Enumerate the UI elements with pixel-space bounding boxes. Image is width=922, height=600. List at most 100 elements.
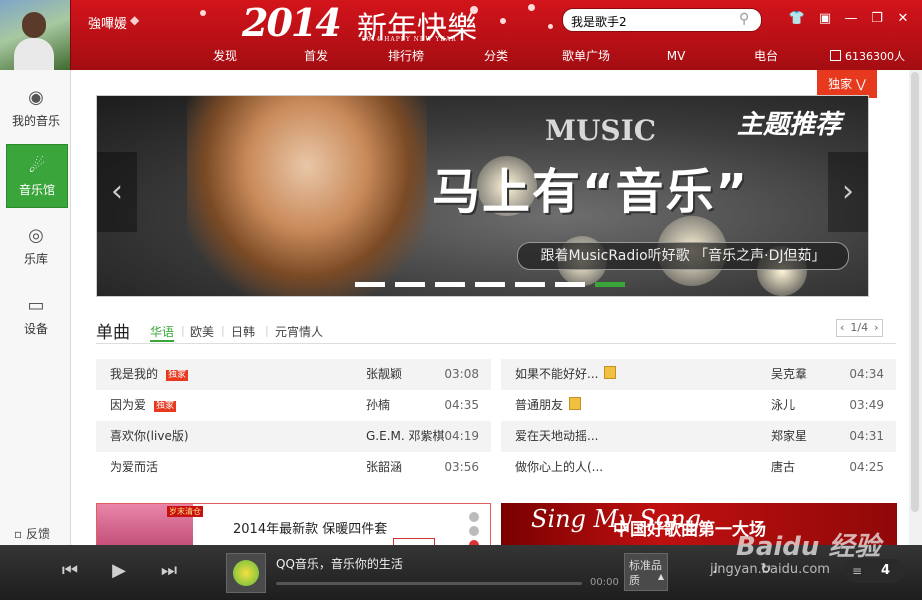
music-hall-icon: ☄ bbox=[28, 156, 46, 177]
song-artist[interactable]: 张靓颖 bbox=[366, 359, 402, 390]
diamond-vip-icon[interactable]: ◆ bbox=[130, 13, 139, 27]
song-row[interactable]: 如果不能好好... 吴克羣 04:34 bbox=[501, 359, 896, 390]
search-input[interactable] bbox=[569, 11, 733, 31]
sidebar-item-library[interactable]: ◎ 乐库 bbox=[6, 214, 66, 276]
tab-japan-korea[interactable]: 日韩 bbox=[231, 323, 255, 340]
nav-playlist-square[interactable]: 歌单广场 bbox=[546, 44, 626, 68]
song-name[interactable]: 做你心上的人(... bbox=[515, 452, 603, 483]
carousel-dot[interactable] bbox=[515, 282, 545, 287]
pager-next-icon[interactable]: › bbox=[871, 320, 881, 336]
song-artist[interactable]: 孙楠 bbox=[366, 390, 390, 421]
singles-pager: ‹ 1/4 › bbox=[836, 319, 883, 337]
device-icon: ▭ bbox=[27, 295, 45, 316]
scrollbar[interactable] bbox=[909, 70, 922, 545]
carousel-dot[interactable] bbox=[395, 282, 425, 287]
scroll-thumb[interactable] bbox=[911, 72, 919, 512]
song-list-left: 我是我的 独家 张靓颖 03:08 因为爱 独家 孙楠 04:35 喜欢你(live… bbox=[96, 359, 491, 483]
progress-bar[interactable] bbox=[276, 582, 582, 585]
album-cover[interactable] bbox=[226, 553, 266, 593]
song-name[interactable]: 爱在天地动摇... bbox=[515, 421, 598, 452]
carousel-prev-button[interactable]: ‹ bbox=[97, 152, 137, 232]
username[interactable]: 強嗶媛 bbox=[88, 13, 127, 32]
song-name[interactable]: 为爱而活 bbox=[110, 452, 158, 483]
carousel-dot[interactable] bbox=[595, 282, 625, 287]
sidebar-item-my-music[interactable]: ◉ 我的音乐 bbox=[6, 76, 66, 138]
mv-icon[interactable] bbox=[569, 397, 582, 410]
carousel-theme: 主题推荐 bbox=[737, 110, 842, 140]
sidebar-item-device[interactable]: ▭ 设备 bbox=[6, 284, 66, 346]
minimize-icon[interactable]: — bbox=[842, 10, 860, 28]
ad-page-dot[interactable] bbox=[469, 512, 479, 522]
song-duration: 04:34 bbox=[849, 367, 884, 381]
song-row[interactable]: 为爱而活 张韶涵 03:56 bbox=[96, 452, 491, 483]
song-name[interactable]: 普通朋友 bbox=[515, 398, 563, 412]
plum-blossom-icon bbox=[548, 24, 553, 29]
feedback-label: 反馈 bbox=[25, 527, 50, 541]
song-row[interactable]: 喜欢你(live版) G.E.M. 邓紫棋 04:19 bbox=[96, 421, 491, 452]
ad-page-dot[interactable] bbox=[469, 526, 479, 536]
nav-premiere[interactable]: 首发 bbox=[276, 44, 356, 68]
song-artist[interactable]: 吴克羣 bbox=[771, 359, 807, 390]
singer-photo bbox=[187, 96, 427, 296]
nav-radio[interactable]: 电台 bbox=[726, 44, 806, 68]
banner-subtitle: 2014 HAPPY NEW YEAR bbox=[362, 36, 457, 43]
quality-button[interactable]: 标准品质 ▲ bbox=[624, 553, 668, 591]
song-artist[interactable]: 泳儿 bbox=[771, 390, 795, 421]
search-icon[interactable]: ⚲ bbox=[739, 11, 749, 27]
nav-categories[interactable]: 分类 bbox=[456, 44, 536, 68]
song-row[interactable]: 做你心上的人(... 唐古 04:25 bbox=[501, 452, 896, 483]
carousel-dot[interactable] bbox=[555, 282, 585, 287]
song-duration: 03:08 bbox=[444, 367, 479, 381]
tab-divider: | bbox=[221, 324, 225, 337]
song-artist[interactable]: G.E.M. 邓紫棋 bbox=[366, 421, 445, 452]
skin-shirt-icon[interactable]: 👕 bbox=[788, 10, 806, 28]
online-listeners: 6136300人 bbox=[830, 48, 905, 64]
carousel-dot[interactable] bbox=[475, 282, 505, 287]
song-name[interactable]: 因为爱 bbox=[110, 398, 146, 412]
song-row[interactable]: 因为爱 独家 孙楠 04:35 bbox=[96, 390, 491, 421]
restore-icon[interactable]: ❐ bbox=[868, 10, 886, 28]
carousel-dot[interactable] bbox=[355, 282, 385, 287]
nav-discover[interactable]: 发现 bbox=[185, 44, 265, 68]
ad-banner-bedding[interactable]: 岁末清仓 2014年最新款 保暖四件套 bbox=[96, 503, 491, 546]
chat-bubble-icon: ▫ bbox=[14, 527, 23, 541]
nav-mv[interactable]: MV bbox=[636, 44, 716, 68]
carousel-next-button[interactable]: › bbox=[828, 152, 868, 232]
mini-mode-icon[interactable]: ▣ bbox=[816, 10, 834, 28]
play-icon[interactable]: ▶ bbox=[107, 559, 131, 583]
pager-prev-icon[interactable]: ‹ bbox=[837, 320, 847, 336]
chevron-down-icon: ⋁ bbox=[856, 77, 866, 91]
song-name[interactable]: 喜欢你(live版) bbox=[110, 421, 189, 452]
sidebar-item-label: 音乐馆 bbox=[18, 183, 55, 197]
next-track-icon[interactable]: ⏭ bbox=[157, 559, 181, 583]
song-artist[interactable]: 唐古 bbox=[771, 452, 795, 483]
song-name-wrap: 我是我的 独家 bbox=[110, 359, 189, 390]
song-artist[interactable]: 张韶涵 bbox=[366, 452, 402, 483]
previous-track-icon[interactable]: ⏮ bbox=[58, 559, 82, 583]
song-duration: 03:49 bbox=[849, 398, 884, 412]
banner-carousel[interactable]: MUSIC 主题推荐 马上有“音乐” 跟着MusicRadio听好歌 「音乐之声… bbox=[96, 95, 869, 297]
nav-charts[interactable]: 排行榜 bbox=[366, 44, 446, 68]
song-artist[interactable]: 郑家星 bbox=[771, 421, 807, 452]
tab-western[interactable]: 欧美 bbox=[190, 323, 214, 340]
song-name[interactable]: 我是我的 bbox=[110, 367, 158, 381]
feedback-button[interactable]: ▫ 反馈 bbox=[14, 525, 50, 542]
carousel-dot[interactable] bbox=[435, 282, 465, 287]
tab-chinese[interactable]: 华语 bbox=[150, 323, 175, 342]
exclusive-dropdown-button[interactable]: 独家 ⋁ bbox=[817, 70, 877, 98]
song-name[interactable]: 如果不能好好... bbox=[515, 367, 598, 381]
sidebar-item-music-hall[interactable]: ☄ 音乐馆 bbox=[6, 144, 68, 208]
listeners-count: 6136300人 bbox=[845, 50, 905, 63]
mv-icon[interactable] bbox=[604, 366, 617, 379]
tab-divider: | bbox=[265, 324, 269, 337]
song-row[interactable]: 爱在天地动摇... 郑家星 04:31 bbox=[501, 421, 896, 452]
divider bbox=[96, 343, 896, 344]
user-avatar[interactable] bbox=[0, 0, 71, 70]
song-row[interactable]: 普通朋友 泳儿 03:49 bbox=[501, 390, 896, 421]
close-icon[interactable]: ✕ bbox=[894, 10, 912, 28]
carousel-caption: 跟着MusicRadio听好歌 「音乐之声·DJ但茹」 bbox=[517, 242, 849, 270]
song-row[interactable]: 我是我的 独家 张靓颖 03:08 bbox=[96, 359, 491, 390]
exclusive-label: 独家 bbox=[828, 77, 853, 91]
song-duration: 04:31 bbox=[849, 429, 884, 443]
tab-lantern-valentine[interactable]: 元宵情人 bbox=[275, 323, 323, 340]
